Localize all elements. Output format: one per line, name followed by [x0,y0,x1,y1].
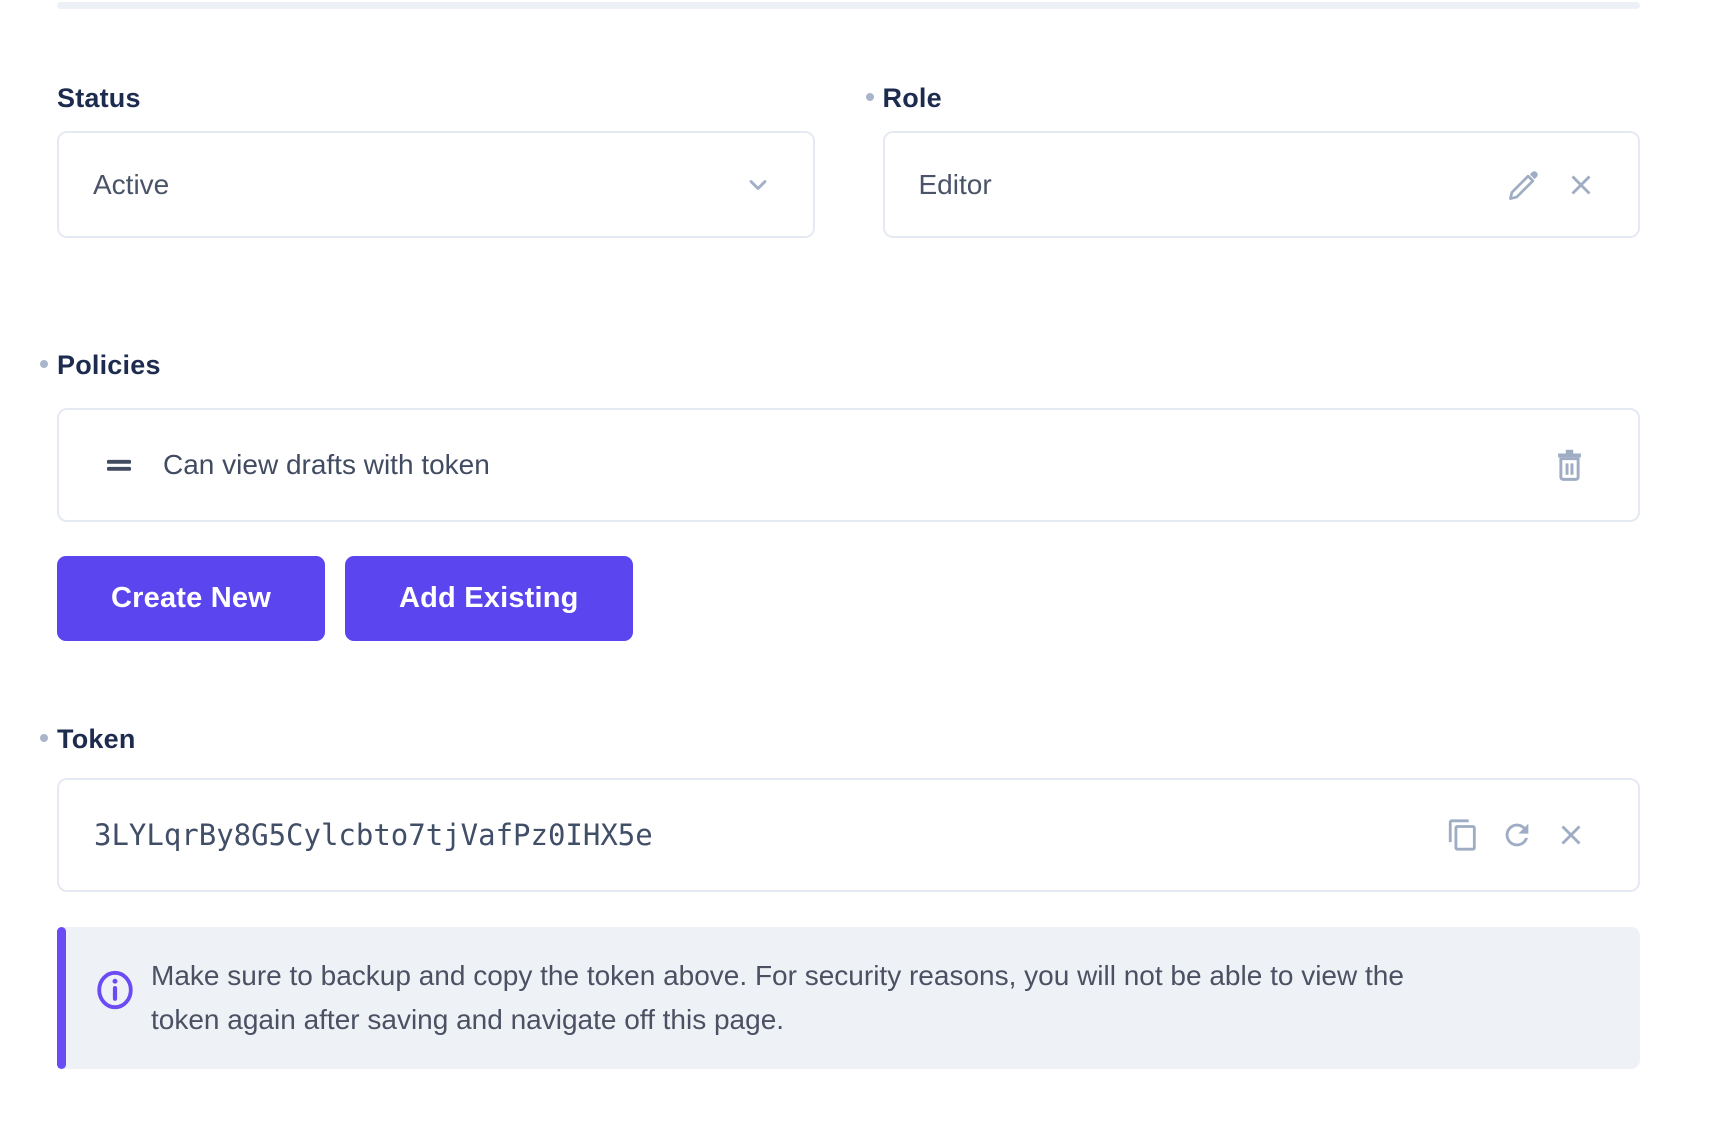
policies-section: Policies Can view drafts with token [57,349,1640,641]
required-dot [40,360,48,368]
chevron-down-icon [743,170,773,200]
token-value: 3LYLqrBy8G5Cylcbto7tjVafPz0IHX5e [94,818,1446,852]
copy-icon[interactable] [1446,818,1480,852]
token-notice-text: Make sure to backup and copy the token a… [151,954,1431,1042]
section-divider [57,2,1640,9]
token-section: Token 3LYLqrBy8G5Cylcbto7tjVafPz0IHX5e [57,723,1640,1069]
role-actions [1505,166,1598,204]
status-label-row: Status [57,82,815,114]
token-notice-alert: Make sure to backup and copy the token a… [57,927,1640,1069]
add-existing-button[interactable]: Add Existing [345,556,633,641]
policy-buttons: Create New Add Existing [57,556,1640,641]
role-label: Role [883,83,942,114]
api-key-form: Status Active Role Editor [0,2,1736,1069]
alert-accent-bar [57,927,66,1069]
token-label-row: Token [57,723,1640,755]
role-field-group: Role Editor [883,82,1641,238]
role-value: Editor [919,169,1506,201]
status-label: Status [57,83,141,114]
info-icon [93,966,137,1014]
required-dot [40,734,48,742]
policy-item: Can view drafts with token [57,408,1640,522]
status-select[interactable]: Active [57,131,815,238]
status-selected-value: Active [93,169,743,201]
policy-title: Can view drafts with token [163,449,1551,481]
refresh-icon[interactable] [1500,818,1534,852]
policies-label-row: Policies [57,349,1640,381]
status-field-group: Status Active [57,82,815,238]
token-actions [1446,818,1588,852]
policies-label: Policies [57,350,161,381]
pencil-icon[interactable] [1505,166,1543,204]
trash-icon[interactable] [1551,447,1588,484]
close-icon[interactable] [1564,168,1598,202]
create-new-button[interactable]: Create New [57,556,325,641]
token-label: Token [57,724,136,755]
token-field: 3LYLqrBy8G5Cylcbto7tjVafPz0IHX5e [57,778,1640,892]
role-label-row: Role [883,82,1641,114]
required-dot [866,93,874,101]
status-role-row: Status Active Role Editor [57,82,1640,238]
drag-handle-icon[interactable] [103,449,135,481]
close-icon[interactable] [1554,818,1588,852]
role-field: Editor [883,131,1641,238]
